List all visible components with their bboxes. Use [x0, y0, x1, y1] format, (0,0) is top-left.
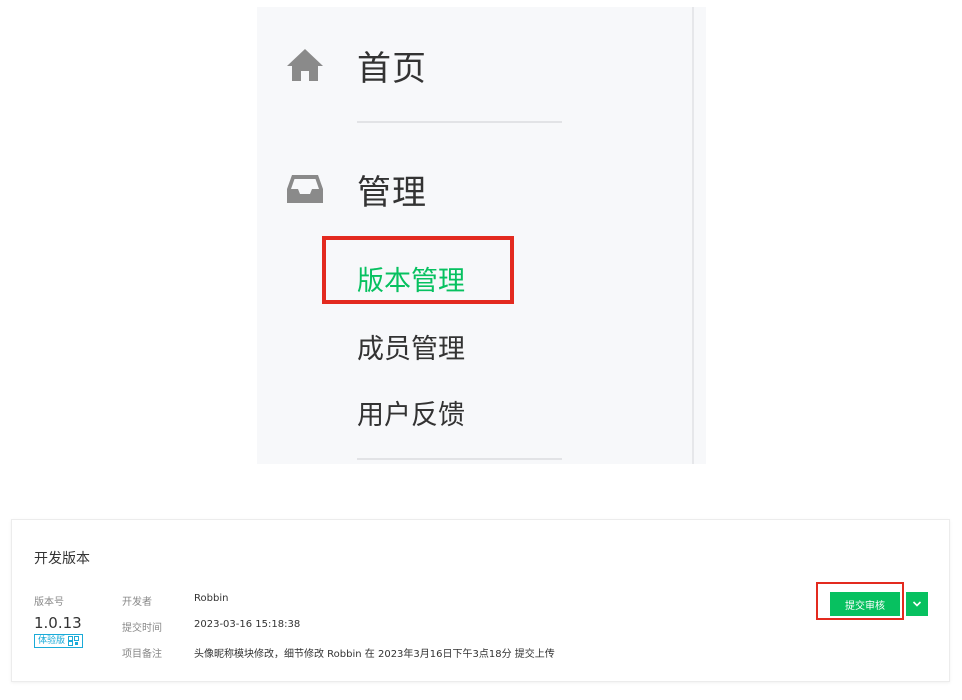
highlight-box: [322, 236, 514, 304]
version-label: 版本号: [34, 597, 64, 608]
version-number: 1.0.13: [34, 614, 82, 632]
remarks-label: 项目备注: [122, 649, 162, 660]
nav-item-manage[interactable]: 管理: [257, 159, 706, 219]
nav-item-manage-label: 管理: [357, 172, 427, 213]
nav-item-home[interactable]: 首页: [257, 35, 706, 95]
trial-version-tag[interactable]: 体验版: [34, 634, 84, 648]
chevron-down-icon: [912, 601, 922, 607]
remarks-value: 头像昵称模块修改，细节修改 Robbin 在 2023年3月16日下午3点18分…: [194, 649, 555, 660]
home-icon: [287, 49, 323, 81]
card-title: 开发版本: [34, 551, 90, 567]
nav-divider: [357, 121, 562, 123]
submit-time-label: 提交时间: [122, 623, 162, 634]
sidebar-item-member-management[interactable]: 成员管理: [357, 327, 465, 366]
developer-label: 开发者: [122, 597, 152, 608]
qrcode-icon: [68, 636, 80, 646]
highlight-box: [816, 582, 904, 620]
submit-time-value: 2023-03-16 15:18:38: [194, 619, 301, 630]
sidebar-item-user-feedback[interactable]: 用户反馈: [357, 393, 465, 432]
trial-version-tag-label: 体验版: [38, 636, 66, 646]
more-actions-dropdown-button[interactable]: [906, 592, 928, 616]
nav-divider: [357, 458, 562, 460]
inbox-icon: [287, 175, 323, 203]
developer-value: Robbin: [194, 593, 229, 604]
nav-item-home-label: 首页: [357, 48, 427, 89]
dev-version-card: 开发版本 版本号 1.0.13 体验版 开发者 Robbin 提交时间 2023…: [11, 519, 950, 682]
